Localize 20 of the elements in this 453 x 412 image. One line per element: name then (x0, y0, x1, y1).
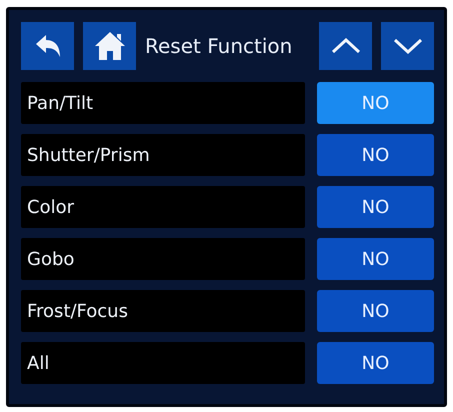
function-label: Pan/Tilt (21, 82, 305, 124)
value-button[interactable]: NO (317, 186, 434, 228)
scroll-up-button[interactable] (319, 22, 372, 70)
function-label: Shutter/Prism (21, 134, 305, 176)
value-button[interactable]: NO (317, 134, 434, 176)
back-button[interactable] (21, 22, 74, 70)
home-icon (94, 31, 126, 61)
home-button[interactable] (83, 22, 136, 70)
screen-title: Reset Function (145, 34, 294, 58)
back-arrow-icon (34, 34, 60, 58)
value-button[interactable]: NO (317, 290, 434, 332)
function-label: All (21, 342, 305, 384)
function-label: Color (21, 186, 305, 228)
chevron-down-icon (392, 38, 422, 54)
value-button[interactable]: NO (317, 238, 434, 280)
function-label: Gobo (21, 238, 305, 280)
scroll-down-button[interactable] (381, 22, 434, 70)
function-label: Frost/Focus (21, 290, 305, 332)
value-button[interactable]: NO (317, 342, 434, 384)
chevron-up-icon (330, 38, 360, 54)
